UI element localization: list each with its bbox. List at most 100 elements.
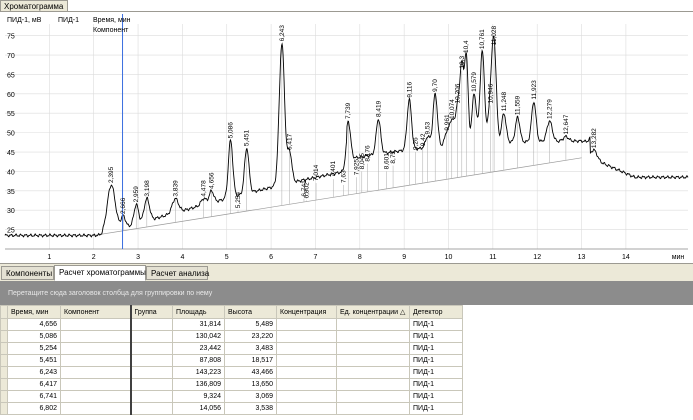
cell-height[interactable]: 18,517 [224,354,277,367]
chromatogram-chart[interactable]: 2,395 2,666 2,959 3,198 3,839 4,478 4,656 5,086… [0,12,693,263]
cell-component[interactable] [60,378,131,391]
cell-height[interactable]: 3,069 [224,390,277,403]
cell-time[interactable]: 5,451 [7,354,61,367]
table-row[interactable]: 4,656 31,814 5,489 ПИД-1 [0,318,463,331]
cell-detector[interactable]: ПИД-1 [409,318,463,331]
table-row[interactable]: 5,451 87,808 18,517 ПИД-1 [0,354,463,367]
cell-time[interactable]: 6,802 [7,402,61,415]
cell-conc-unit[interactable] [336,318,410,331]
cell-group[interactable] [129,378,173,391]
cell-concentration[interactable] [276,378,337,391]
cell-detector[interactable]: ПИД-1 [409,378,463,391]
cell-group[interactable] [129,402,173,415]
cell-height[interactable]: 3,538 [224,402,277,415]
col-header-group[interactable]: Группа [129,305,173,319]
col-header-detector[interactable]: Детектор [409,305,463,319]
tab-chromatogram-calc[interactable]: Расчет хроматограммы [54,265,146,281]
cell-group[interactable] [129,366,173,379]
cell-conc-unit[interactable] [336,378,410,391]
tab-chromatogram[interactable]: Хроматограмма [0,0,68,11]
cell-time[interactable]: 5,254 [7,342,61,355]
cell-conc-unit[interactable] [336,354,410,367]
cell-group[interactable] [129,342,173,355]
row-indicator[interactable] [0,330,8,343]
cell-conc-unit[interactable] [336,366,410,379]
cell-group[interactable] [129,354,173,367]
cell-conc-unit[interactable] [336,402,410,415]
row-indicator[interactable] [0,354,8,367]
cell-area[interactable]: 87,808 [172,354,225,367]
col-header-area[interactable]: Площадь [172,305,225,319]
cell-time[interactable]: 5,086 [7,330,61,343]
col-header-concentration[interactable]: Концентрация [276,305,337,319]
row-indicator[interactable] [0,318,8,331]
cell-area[interactable]: 136,809 [172,378,225,391]
cell-group[interactable] [129,330,173,343]
cell-area[interactable]: 130,042 [172,330,225,343]
row-indicator[interactable] [0,390,8,403]
peak-label: 9,26 [413,137,420,150]
cell-detector[interactable]: ПИД-1 [409,390,463,403]
x-tick-label: 7 [314,254,318,261]
cell-component[interactable] [60,366,131,379]
cell-detector[interactable]: ПИД-1 [409,342,463,355]
cell-conc-unit[interactable] [336,330,410,343]
col-header-time[interactable]: Время, мин [7,305,61,319]
row-indicator[interactable] [0,378,8,391]
table-row[interactable]: 5,086 130,042 23,220 ПИД-1 [0,330,463,343]
cell-concentration[interactable] [276,402,337,415]
group-by-panel[interactable]: Перетащите сюда заголовок столбца для гр… [0,281,693,305]
cell-area[interactable]: 14,056 [172,402,225,415]
cell-component[interactable] [60,354,131,367]
peak-label: 7,014 [313,164,320,181]
table-row[interactable]: 6,243 143,223 43,466 ПИД-1 [0,366,463,379]
cell-concentration[interactable] [276,330,337,343]
cell-conc-unit[interactable] [336,342,410,355]
cell-conc-unit[interactable] [336,390,410,403]
cell-component[interactable] [60,402,131,415]
table-row[interactable]: 6,417 136,809 13,650 ПИД-1 [0,378,463,391]
table-row[interactable]: 6,741 9,324 3,069 ПИД-1 [0,390,463,403]
cell-area[interactable]: 9,324 [172,390,225,403]
cell-component[interactable] [60,318,131,331]
cell-concentration[interactable] [276,390,337,403]
cell-height[interactable]: 3,483 [224,342,277,355]
peak-label: 8,176 [365,145,372,162]
cell-area[interactable]: 31,814 [172,318,225,331]
row-indicator[interactable] [0,402,8,415]
cell-time[interactable]: 4,656 [7,318,61,331]
cell-detector[interactable]: ПИД-1 [409,354,463,367]
cell-height[interactable]: 23,220 [224,330,277,343]
cell-height[interactable]: 43,466 [224,366,277,379]
cell-height[interactable]: 5,489 [224,318,277,331]
cell-concentration[interactable] [276,342,337,355]
cell-detector[interactable]: ПИД-1 [409,330,463,343]
cell-group[interactable] [129,390,173,403]
table-row[interactable]: 5,254 23,442 3,483 ПИД-1 [0,342,463,355]
cell-detector[interactable]: ПИД-1 [409,402,463,415]
cell-time[interactable]: 6,741 [7,390,61,403]
cell-height[interactable]: 13,650 [224,378,277,391]
tab-analysis-calc[interactable]: Расчет анализа [146,266,209,280]
results-grid[interactable]: Время, мин Компонент Группа Площадь Высо… [0,305,693,420]
cell-component[interactable] [60,342,131,355]
table-row[interactable]: 6,802 14,056 3,538 ПИД-1 [0,402,463,415]
cell-concentration[interactable] [276,366,337,379]
cell-area[interactable]: 23,442 [172,342,225,355]
row-indicator[interactable] [0,366,8,379]
cell-detector[interactable]: ПИД-1 [409,366,463,379]
tab-components[interactable]: Компоненты [1,266,54,280]
col-header-component[interactable]: Компонент [60,305,131,319]
cell-group[interactable] [129,318,173,331]
cell-time[interactable]: 6,243 [7,366,61,379]
results-table[interactable]: Время, мин Компонент Группа Площадь Высо… [0,305,463,415]
cell-component[interactable] [60,330,131,343]
cell-time[interactable]: 6,417 [7,378,61,391]
cell-area[interactable]: 143,223 [172,366,225,379]
cell-concentration[interactable] [276,354,337,367]
row-indicator[interactable] [0,342,8,355]
cell-concentration[interactable] [276,318,337,331]
col-header-conc-unit[interactable]: Ед. концентрации △ [336,305,410,319]
col-header-height[interactable]: Высота [224,305,277,319]
cell-component[interactable] [60,390,131,403]
